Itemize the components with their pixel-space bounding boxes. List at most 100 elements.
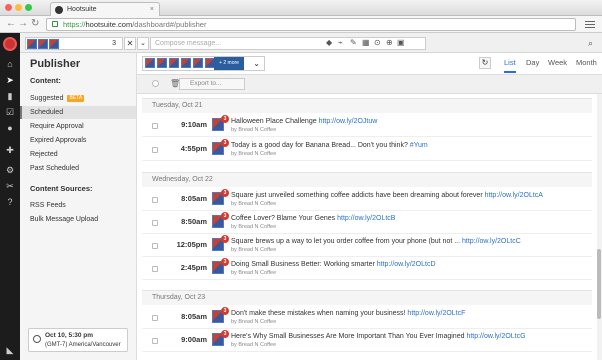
hootsuite-favicon-icon — [55, 6, 63, 14]
sidebar-item-require-approval[interactable]: Require Approval — [20, 120, 136, 133]
search-icon[interactable]: ⌕ — [588, 38, 593, 48]
tab-day[interactable]: Day — [526, 58, 539, 68]
publisher-send-icon[interactable]: ➤ — [5, 75, 15, 85]
attach-link-icon[interactable]: ⌁ — [338, 38, 343, 48]
privacy-icon[interactable]: ⊕ — [386, 38, 393, 48]
scheduled-post[interactable]: 9:10am 3 Halloween Place Challenge http:… — [142, 114, 592, 137]
apps-icon[interactable]: ✚ — [5, 145, 15, 155]
sidebar-item-past-scheduled[interactable]: Past Scheduled — [20, 162, 136, 175]
tab-list[interactable]: List — [504, 58, 516, 73]
select-all-checkbox[interactable] — [152, 80, 159, 87]
profile-filter-select[interactable]: + 2 more ⌄ — [142, 56, 265, 71]
post-time: 8:50am — [181, 217, 207, 226]
post-time: 8:05am — [181, 312, 207, 321]
post-checkbox[interactable] — [152, 338, 158, 344]
url-field[interactable]: https://hootsuite.com/dashboard#/publish… — [46, 18, 576, 31]
tab-title: Hootsuite — [67, 6, 97, 13]
post-link[interactable]: http://ow.ly/2OLtcD — [377, 261, 436, 268]
close-tab-icon[interactable]: × — [150, 3, 154, 16]
assignments-icon[interactable]: ☑ — [5, 107, 15, 117]
sidebar-item-suggested[interactable]: Suggested BETA — [20, 92, 136, 105]
post-checkbox[interactable] — [152, 315, 158, 321]
help-icon[interactable]: ? — [5, 197, 15, 207]
feed-scrollbar[interactable] — [597, 94, 602, 360]
post-checkbox[interactable] — [152, 197, 158, 203]
sidebar-item-bulk-upload[interactable]: Bulk Message Upload — [20, 213, 136, 226]
post-text: Coffee Lover? Blame Your Genes — [231, 215, 338, 222]
post-time: 9:10am — [181, 120, 207, 129]
post-message: Halloween Place Challenge http://ow.ly/2… — [231, 117, 377, 126]
refresh-button[interactable]: ↻ — [479, 57, 491, 69]
post-link[interactable]: http://ow.ly/2OLtcA — [485, 192, 543, 199]
sidebar-item-rss-feeds[interactable]: RSS Feeds — [20, 199, 136, 212]
post-text: Square brews up a way to let you order c… — [231, 238, 462, 245]
url-path: /dashboard#/publisher — [132, 20, 207, 29]
browser-titlebar: Hootsuite × — [0, 0, 602, 16]
post-checkbox[interactable] — [152, 123, 158, 129]
sidebar-item-rejected[interactable]: Rejected — [20, 148, 136, 161]
analytics-icon[interactable]: ▮ — [5, 91, 15, 101]
post-checkbox[interactable] — [152, 266, 158, 272]
sidebar-item-expired-approvals[interactable]: Expired Approvals — [20, 134, 136, 147]
post-message: Here's Why Small Businesses Are More Imp… — [231, 332, 526, 341]
post-checkbox[interactable] — [152, 147, 158, 153]
scheduled-post[interactable]: 8:50am 3 Coffee Lover? Blame Your Genes … — [142, 211, 592, 234]
post-checkbox[interactable] — [152, 220, 158, 226]
hootsuite-owl-logo[interactable] — [3, 37, 17, 51]
post-author: by Bread N Coffee — [231, 127, 277, 133]
export-select[interactable]: Export to... — [179, 78, 245, 90]
profile-dropdown-button[interactable]: ⌄ — [137, 37, 149, 50]
profile-avatar — [38, 39, 48, 49]
browser-menu-icon[interactable] — [585, 19, 595, 29]
post-author: by Bread N Coffee — [231, 151, 277, 157]
post-link[interactable]: #Yum — [410, 142, 428, 149]
scheduled-post[interactable]: 4:55pm 3 Today is a good day for Banana … — [142, 138, 592, 161]
post-link[interactable]: http://ow.ly/2OLtcB — [337, 215, 395, 222]
post-author: by Bread N Coffee — [231, 201, 277, 207]
content-heading: Content: — [30, 76, 61, 85]
scheduled-post[interactable]: 9:00am 3 Here's Why Small Businesses Are… — [142, 329, 592, 352]
close-window-button[interactable] — [5, 4, 12, 11]
minimize-window-button[interactable] — [15, 4, 22, 11]
post-link[interactable]: http://ow.ly/2OLtcG — [466, 333, 525, 340]
settings-gear-icon[interactable]: ⚙ — [5, 165, 15, 175]
calendar-icon[interactable]: ▦ — [362, 38, 370, 48]
post-link[interactable]: http://ow.ly/2OLtcF — [407, 310, 465, 317]
sidebar-item-label: Rejected — [30, 151, 58, 158]
sidebar-item-label: RSS Feeds — [30, 202, 66, 209]
network-count-badge: 3 — [221, 235, 229, 243]
post-link[interactable]: http://ow.ly/2OJtuw — [319, 118, 378, 125]
reload-icon[interactable]: ↻ — [31, 18, 39, 30]
scrollbar-thumb[interactable] — [597, 249, 601, 319]
day-header: Tuesday, Oct 21 — [142, 98, 592, 113]
tab-week[interactable]: Week — [548, 58, 567, 68]
scheduled-post[interactable]: 8:05am 3 Square just unveiled something … — [142, 188, 592, 211]
lock-icon[interactable]: ▣ — [397, 38, 405, 48]
attachment-icon[interactable]: ✎ — [350, 38, 357, 48]
contacts-icon[interactable]: ● — [5, 123, 15, 133]
profile-selector[interactable]: 3 — [25, 37, 123, 50]
timezone-box[interactable]: Oct 10, 5:30 pm (GMT-7) America/Vancouve… — [28, 328, 128, 352]
location-icon[interactable]: ⊙ — [374, 38, 381, 48]
post-message: Doing Small Business Better: Working sma… — [231, 260, 436, 269]
forward-arrow-icon[interactable]: → — [18, 18, 28, 30]
sidebar-item-scheduled[interactable]: Scheduled — [20, 106, 136, 119]
tab-month[interactable]: Month — [576, 58, 597, 68]
post-link[interactable]: http://ow.ly/2OLtcC — [462, 238, 521, 245]
back-arrow-icon[interactable]: ← — [6, 18, 16, 30]
clear-profiles-button[interactable]: ✕ — [124, 37, 136, 50]
compose-message-input[interactable]: Compose message... — [150, 37, 426, 50]
tag-icon[interactable]: ◆ — [326, 38, 332, 48]
browser-tab[interactable]: Hootsuite × — [50, 2, 160, 16]
scheduled-post[interactable]: 2:45pm 3 Doing Small Business Better: Wo… — [142, 257, 592, 280]
tools-icon[interactable]: ✂ — [5, 181, 15, 191]
zoom-window-button[interactable] — [25, 4, 32, 11]
post-checkbox[interactable] — [152, 243, 158, 249]
home-icon[interactable]: ⌂ — [5, 59, 15, 69]
scheduled-post[interactable]: 12:05pm 3 Square brews up a way to let y… — [142, 234, 592, 257]
post-time: 12:05pm — [176, 240, 207, 249]
scheduled-post[interactable]: 8:05am 3 Don't make these mistakes when … — [142, 306, 592, 329]
sidebar-item-label: Suggested — [30, 95, 64, 102]
collapse-icon[interactable]: ◣ — [5, 345, 15, 355]
post-text: Halloween Place Challenge — [231, 118, 319, 125]
